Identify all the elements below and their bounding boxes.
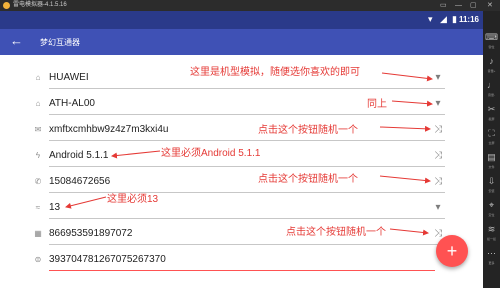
shuffle-icon[interactable]: ⤨ [431, 175, 445, 189]
field-underline [49, 114, 445, 115]
emulator-title-bar: 雷电模拟器-4.1.5.16 ▭ — ▢ ✕ [0, 0, 500, 11]
close-button[interactable]: ✕ [487, 0, 493, 11]
minimize-button[interactable]: — [455, 0, 462, 11]
annotation-note: 这里是机型模拟，随便选你喜欢的即可 [190, 67, 360, 78]
phone-icon: ✆ [34, 177, 42, 186]
field-underline [49, 88, 445, 89]
more-icon[interactable]: ⋯ [485, 247, 498, 260]
mail-icon: ✉ [34, 125, 42, 134]
shake-icon[interactable]: ≋ [485, 223, 498, 236]
row-sdk: ≈ 13 ▾ [32, 199, 445, 225]
model-field[interactable]: ATH-AL00 [49, 98, 95, 110]
android-version-field[interactable]: Android 5.1.1 [49, 150, 109, 162]
sidebar-label: 文件 [488, 165, 495, 169]
sidebar-label: 截屏 [488, 117, 495, 121]
status-bar: ▾ ◢ ▮ 11:16 [0, 11, 483, 29]
fullscreen-icon[interactable]: ⛶ [485, 127, 498, 140]
signal-icon: ◢ [440, 14, 447, 24]
annotation-note: 这里必须Android 5.1.1 [161, 148, 261, 159]
sidebar-label: 全屏 [488, 141, 495, 145]
sidebar-label: 音量- [488, 93, 495, 97]
phone-field[interactable]: 15084672656 [49, 176, 110, 188]
status-time: 11:16 [458, 15, 479, 24]
battery-icon: ▮ [452, 14, 457, 24]
sidebar-label: 定位 [488, 213, 495, 217]
location-icon[interactable]: ⌖ [485, 199, 498, 212]
sidebar-label: 摇一摇 [486, 237, 496, 241]
subscription-field[interactable]: 393704781267075267370 [49, 254, 166, 266]
manufacturer-field[interactable]: HUAWEI [49, 72, 89, 84]
annotation-note: 同上 [367, 99, 387, 110]
serial-field[interactable]: xmftxcmhbw9z4z7m3kxi4u [49, 124, 168, 136]
volume-up-icon[interactable]: ♪ [485, 55, 498, 68]
shuffle-icon[interactable]: ⤨ [431, 149, 445, 163]
keyboard-icon[interactable]: ⌨ [485, 31, 498, 44]
restore-button[interactable]: ▭ [440, 0, 447, 11]
install-icon[interactable]: ⇩ [485, 175, 498, 188]
bank-icon: ⌂ [35, 73, 41, 82]
annotation-note: 点击这个按钮随机一个 [258, 174, 358, 185]
sidebar-label: 更多 [488, 261, 495, 265]
app-toolbar: ← 梦幻互通器 [0, 29, 483, 55]
field-underline [49, 244, 445, 245]
field-underline-active [49, 270, 435, 271]
arrow-back-icon[interactable]: ← [10, 33, 23, 49]
volume-down-icon[interactable]: ♩ [485, 79, 498, 92]
dropdown-icon[interactable]: ▾ [431, 201, 445, 215]
row-phone: ✆ 15084672656 ⤨ [32, 173, 445, 199]
screenshot-icon[interactable]: ✂ [485, 103, 498, 116]
row-subscription: ⊜ 393704781267075267370 [32, 251, 435, 277]
annotation-note: 这里必须13 [107, 194, 159, 205]
maximize-button[interactable]: ▢ [470, 0, 477, 11]
dropdown-icon[interactable]: ▾ [431, 97, 445, 111]
subscription-icon: ⊜ [34, 255, 42, 264]
wifi-icon: ▾ [428, 14, 433, 24]
sdk-field[interactable]: 13 [49, 202, 60, 214]
sidebar-label: 音量+ [487, 69, 496, 73]
field-underline [49, 166, 445, 167]
folder-icon[interactable]: ▤ [485, 151, 498, 164]
flash-icon: ϟ [35, 151, 41, 160]
emulator-logo-icon [3, 2, 10, 9]
emulator-sidebar: ⌨ 键位 ♪ 音量+ ♩ 音量- ✂ 截屏 ⛶ 全屏 ▤ 文件 ⇩ 安装 ⌖ 定… [483, 11, 500, 288]
sim-icon: ▦ [34, 229, 42, 238]
rss-icon: ≈ [35, 203, 41, 212]
annotation-note: 点击这个按钮随机一个 [286, 227, 386, 238]
imei-field[interactable]: 866953591897072 [49, 228, 132, 240]
shuffle-icon[interactable]: ⤨ [431, 123, 445, 137]
annotation-note: 点击这个按钮随机一个 [258, 125, 358, 136]
field-underline [49, 140, 445, 141]
page-title: 梦幻互通器 [40, 38, 80, 47]
dropdown-icon[interactable]: ▾ [431, 71, 445, 85]
field-underline [49, 218, 445, 219]
bank-icon: ⌂ [35, 99, 41, 108]
sidebar-label: 键位 [488, 45, 495, 49]
emulator-title: 雷电模拟器-4.1.5.16 [13, 2, 67, 8]
sidebar-label: 安装 [488, 189, 495, 193]
add-button[interactable]: + [436, 235, 468, 267]
